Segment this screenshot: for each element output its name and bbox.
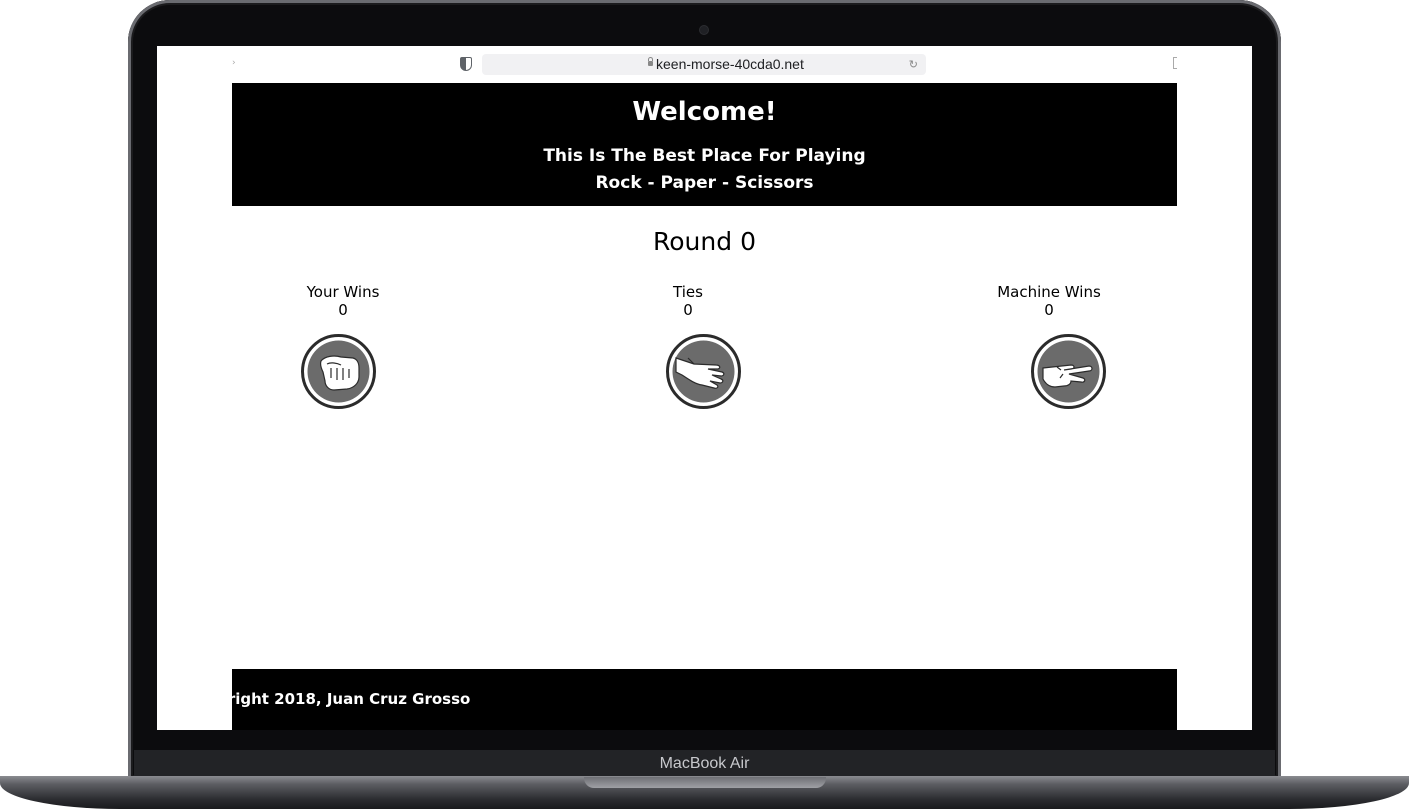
subtitle-line-1: This Is The Best Place For Playing	[543, 146, 866, 166]
camera-icon	[700, 26, 708, 34]
scissors-hand-icon	[1031, 334, 1106, 409]
paper-button[interactable]	[666, 334, 741, 409]
score-you-value: 0	[338, 301, 348, 319]
page-title: Welcome!	[632, 97, 777, 127]
site-footer: Copyright 2018, Juan Cruz Grosso	[232, 669, 1177, 730]
round-label: Round 0	[653, 227, 756, 256]
rock-button[interactable]	[301, 334, 376, 409]
url-text: keen-morse-40cda0.net	[656, 56, 804, 72]
score-machine: Machine Wins 0	[964, 283, 1134, 319]
lock-icon	[648, 57, 653, 66]
reload-icon[interactable]: ↻	[909, 58, 918, 71]
browser-viewport: › keen-morse-40cda0.net ↻ Welcome! This …	[232, 46, 1177, 730]
paper-hand-icon	[666, 334, 741, 409]
laptop-notch	[584, 777, 826, 788]
page-subtitle: This Is The Best Place For Playing Rock …	[232, 143, 1177, 197]
scissors-button[interactable]	[1031, 334, 1106, 409]
score-ties-label: Ties	[673, 283, 703, 301]
site-header: Welcome! This Is The Best Place For Play…	[232, 83, 1177, 206]
score-machine-value: 0	[1044, 301, 1054, 319]
screen: › keen-morse-40cda0.net ↻ Welcome! This …	[157, 46, 1252, 730]
tabs-icon[interactable]	[1173, 57, 1177, 69]
back-icon[interactable]: ›	[232, 58, 236, 68]
score-you-label: Your Wins	[306, 283, 380, 301]
address-bar: › keen-morse-40cda0.net ↻	[232, 46, 1177, 83]
copyright-text: Copyright 2018, Juan Cruz Grosso	[232, 690, 471, 708]
score-machine-label: Machine Wins	[997, 283, 1101, 301]
device-label: MacBook Air	[659, 755, 750, 772]
shield-icon[interactable]	[460, 57, 472, 71]
score-you: Your Wins 0	[258, 283, 428, 319]
rock-fist-icon	[301, 334, 376, 409]
score-ties: Ties 0	[603, 283, 773, 319]
subtitle-line-2: Rock - Paper - Scissors	[595, 173, 814, 193]
url-field[interactable]: keen-morse-40cda0.net ↻	[482, 54, 926, 75]
score-ties-value: 0	[683, 301, 693, 319]
